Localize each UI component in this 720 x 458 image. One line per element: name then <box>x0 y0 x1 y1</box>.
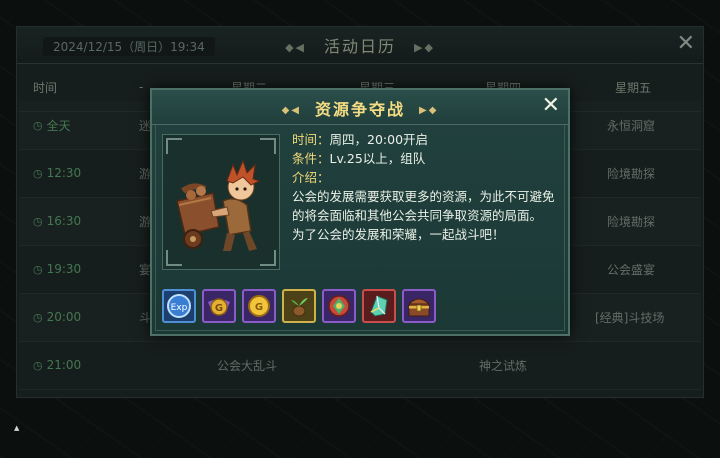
seed-icon <box>291 298 308 317</box>
frame-corner <box>166 250 182 266</box>
reward-item[interactable] <box>322 289 356 323</box>
clock-icon: ◷ <box>33 118 43 132</box>
corner-marker-icon: ▲ <box>14 424 20 432</box>
crystal-icon <box>370 295 388 317</box>
row-time: ◷ 20:00 <box>33 293 81 341</box>
intro-label: 介绍： <box>292 170 330 185</box>
row-tue: 公会大乱斗 <box>217 358 278 373</box>
row-time: ◷ 12:30 <box>33 149 81 197</box>
dialog-title-text: 资源争夺战 <box>314 100 405 119</box>
row-time-text: 20:00 <box>46 310 82 324</box>
activity-info: 时间：周四，20:00开启 条件：Lv.25以上，组队 介绍： 公会的发展需要获… <box>292 130 564 244</box>
ornament-left-icon: ◆◀ <box>281 105 301 116</box>
activity-detail-dialog: ◆◀ 资源争夺战 ▶◆ ✕ 时间：周四，20:00开启 条件：Lv.25以上，组… <box>150 88 570 336</box>
row-time: ◷ 全天 <box>33 101 71 149</box>
calendar-title-text: 活动日历 <box>323 37 396 56</box>
time-label: 时间： <box>292 132 330 147</box>
calendar-title: ◆◀ 活动日历 ▶◆ <box>17 33 703 57</box>
row-fri: 险境勘探 <box>607 214 656 229</box>
row-fri: 公会盛宴 <box>607 262 656 277</box>
row-time-text: 12:30 <box>46 166 82 180</box>
reward-item[interactable] <box>402 289 436 323</box>
activity-portrait <box>162 134 280 270</box>
dialog-header: ◆◀ 资源争夺战 ▶◆ ✕ <box>152 90 568 125</box>
row-time: ◷ 21:00 <box>33 341 81 389</box>
dialog-close-button[interactable]: ✕ <box>542 93 560 118</box>
clock-icon: ◷ <box>33 166 43 180</box>
row-fri: 险境勘探 <box>607 166 656 181</box>
clock-icon: ◷ <box>33 214 43 228</box>
treasure-chest-icon <box>407 298 431 317</box>
time-value: 周四，20:00开启 <box>329 132 429 147</box>
exp-icon: Exp <box>167 294 191 318</box>
ornament-right-icon: ▶◆ <box>414 41 435 54</box>
row-time-text: 16:30 <box>46 214 82 228</box>
row-time: ◷ 19:30 <box>33 245 81 293</box>
guild-coin-icon: G <box>208 298 230 316</box>
calendar-close-button[interactable]: ✕ <box>677 31 695 56</box>
reward-item[interactable] <box>282 289 316 323</box>
clock-icon: ◷ <box>33 310 43 324</box>
condition-label: 条件： <box>292 151 330 166</box>
row-thu: 神之试炼 <box>479 358 528 373</box>
exp-text: Exp <box>171 303 188 313</box>
dialog-title: ◆◀ 资源争夺战 ▶◆ <box>152 96 568 120</box>
gold-coin-text: G <box>255 302 263 313</box>
ornament-right-icon: ▶◆ <box>419 105 439 116</box>
reward-item[interactable] <box>362 289 396 323</box>
frame-corner <box>260 250 276 266</box>
table-row[interactable]: ◷ 21:00 公会大乱斗 神之试炼 <box>19 341 701 390</box>
gem-icon <box>328 295 350 317</box>
frame-corner <box>260 138 276 154</box>
character-with-cart-icon <box>176 159 261 251</box>
clock-icon: ◷ <box>33 262 43 276</box>
row-fri: 永恒洞窟 <box>607 118 656 133</box>
condition-value: Lv.25以上，组队 <box>329 151 426 166</box>
intro-paragraph-1: 公会的发展需要获取更多的资源，为此不可避免的将会面临和其他公会共同争取资源的局面… <box>292 189 555 223</box>
row-time-text: 19:30 <box>46 262 82 276</box>
reward-item[interactable]: Exp <box>162 289 196 323</box>
reward-item[interactable]: G <box>242 289 276 323</box>
condition-line: 条件：Lv.25以上，组队 <box>292 149 564 168</box>
guild-coin-text: G <box>215 303 223 314</box>
frame-corner <box>166 138 182 154</box>
ornament-left-icon: ◆◀ <box>285 41 306 54</box>
row-time-text: 21:00 <box>46 358 82 372</box>
time-line: 时间：周四，20:00开启 <box>292 130 564 149</box>
calendar-header: 2024/12/15（周日）19:34 ◆◀ 活动日历 ▶◆ ✕ <box>17 27 703 64</box>
reward-list: Exp G G <box>158 286 562 330</box>
row-fri: [经典]斗技场 <box>595 310 665 325</box>
gold-coin-icon: G <box>248 295 270 317</box>
row-time: ◷ 16:30 <box>33 197 81 245</box>
reward-item[interactable]: G <box>202 289 236 323</box>
clock-icon: ◷ <box>33 358 43 372</box>
intro-paragraph-2: 为了公会的发展和荣耀，一起战斗吧！ <box>292 227 505 242</box>
row-time-text: 全天 <box>46 118 71 133</box>
